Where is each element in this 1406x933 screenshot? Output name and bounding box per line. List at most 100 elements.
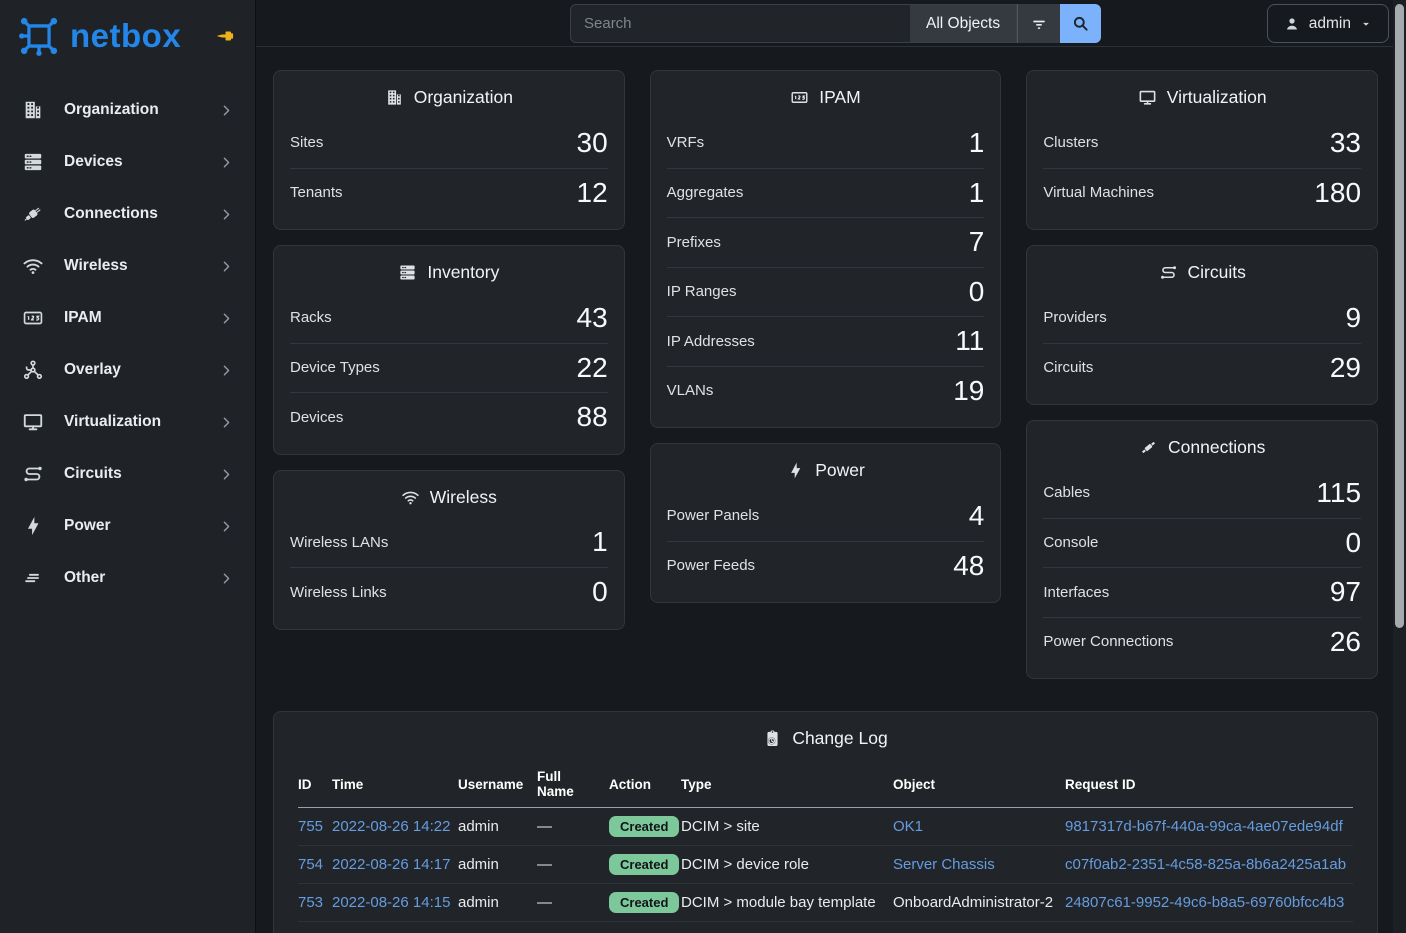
request-id-link[interactable]: c07f0ab2-2351-4c58-825a-8b6a2425a1ab	[1065, 856, 1346, 873]
cards-col2: IPAMVRFs1Aggregates1Prefixes7IP Ranges0I…	[650, 70, 1002, 679]
changelog-header-row: IDTimeUsernameFull NameActionTypeObjectR…	[298, 763, 1353, 808]
stat-label: Cables	[1043, 484, 1090, 501]
stat-value[interactable]: 1	[969, 127, 985, 159]
change-time-link[interactable]: 2022-08-26 14:17	[332, 856, 450, 873]
stat-label: Power Connections	[1043, 633, 1173, 650]
stat-label: Prefixes	[667, 234, 721, 251]
sidebar-item-label: Circuits	[64, 465, 122, 483]
scrollbar-thumb[interactable]	[1395, 4, 1404, 628]
sidebar-item-virtualization[interactable]: Virtualization	[0, 396, 255, 448]
stat-value[interactable]: 11	[955, 325, 984, 357]
sidebar-nav: Organization Devices Connections WirelessIP…	[0, 84, 255, 604]
cell-type: DCIM > module bay template	[681, 884, 893, 922]
stat-row-cables: Cables 115	[1043, 468, 1361, 518]
search-filter-button[interactable]	[1017, 4, 1060, 43]
vertical-scrollbar[interactable]	[1393, 0, 1406, 933]
user-menu-button[interactable]: admin	[1267, 4, 1389, 43]
logo-row: netbox	[0, 0, 255, 62]
changelog-card: Change Log IDTimeUsernameFull NameAction…	[273, 711, 1378, 933]
sidebar-item-label: Overlay	[64, 361, 121, 379]
changelog-title: Change Log	[792, 728, 887, 749]
stat-value[interactable]: 22	[577, 352, 608, 384]
server-icon	[22, 151, 44, 173]
cell-object: OK1	[893, 808, 1065, 846]
change-time-link[interactable]: 2022-08-26 14:15	[332, 894, 450, 911]
request-id-link[interactable]: 9817317d-b67f-440a-99ca-4ae07ede94df	[1065, 818, 1343, 835]
pin-sidebar-icon[interactable]	[213, 24, 237, 48]
counter-icon	[790, 88, 809, 107]
plug-icon	[22, 203, 44, 225]
change-id-link[interactable]: 754	[298, 856, 323, 873]
search-submit-button[interactable]	[1060, 4, 1101, 43]
changelog-table-body: 7552022-08-26 14:22admin—CreatedDCIM > s…	[298, 808, 1353, 922]
card-header: Inventory	[274, 262, 624, 283]
sidebar-item-wireless[interactable]: Wireless	[0, 240, 255, 292]
stat-row-ip-addresses: IP Addresses11	[667, 316, 985, 366]
wifi-icon	[401, 488, 420, 507]
stat-value[interactable]: 19	[953, 375, 984, 407]
stat-row-tenants: Tenants12	[290, 168, 608, 218]
stat-row-sites: Sites30	[290, 118, 608, 168]
stat-value[interactable]: 9	[1345, 302, 1361, 334]
cell-request-id: 9817317d-b67f-440a-99ca-4ae07ede94df	[1065, 808, 1353, 846]
sidebar-item-other[interactable]: Other	[0, 552, 255, 604]
sidebar-item-circuits[interactable]: Circuits	[0, 448, 255, 500]
filter-icon	[1029, 14, 1049, 34]
stat-value[interactable]: 0	[1345, 527, 1361, 559]
stat-row-power-feeds: Power Feeds48	[667, 541, 985, 591]
change-time-link[interactable]: 2022-08-26 14:22	[332, 818, 450, 835]
chevron-right-icon	[218, 414, 235, 431]
stat-label: Aggregates	[667, 184, 744, 201]
stat-value[interactable]: 4	[969, 500, 985, 532]
card-header: Power	[651, 460, 1001, 481]
column-header-id: ID	[298, 763, 332, 808]
object-link[interactable]: Server Chassis	[893, 856, 995, 873]
sidebar-item-power[interactable]: Power	[0, 500, 255, 552]
stat-value[interactable]: 26	[1330, 626, 1361, 658]
sidebar-item-ipam[interactable]: IPAM	[0, 292, 255, 344]
sidebar-item-label: Other	[64, 569, 105, 587]
change-id-link[interactable]: 755	[298, 818, 323, 835]
stat-label: Wireless LANs	[290, 534, 388, 551]
netbox-logo-icon[interactable]	[16, 13, 62, 59]
stat-value[interactable]: 48	[953, 550, 984, 582]
column-header-type: Type	[681, 763, 893, 808]
sidebar-item-organization[interactable]: Organization	[0, 84, 255, 136]
change-id-link[interactable]: 753	[298, 894, 323, 911]
chevron-right-icon	[218, 570, 235, 587]
object-link[interactable]: OK1	[893, 818, 923, 835]
sidebar-item-label: Connections	[64, 205, 158, 223]
sidebar-item-overlay[interactable]: Overlay	[0, 344, 255, 396]
cards-col1: OrganizationSites30Tenants12InventoryRac…	[273, 70, 625, 679]
stat-value[interactable]: 1	[592, 526, 608, 558]
sidebar-item-label: Organization	[64, 101, 159, 119]
stat-value[interactable]: 33	[1330, 127, 1361, 159]
stat-value[interactable]: 43	[577, 302, 608, 334]
building-icon	[385, 88, 404, 107]
cell-username: admin	[458, 846, 537, 884]
stat-value[interactable]: 29	[1330, 352, 1361, 384]
brand-wordmark[interactable]: netbox	[70, 17, 181, 55]
stat-value[interactable]: 1	[969, 177, 985, 209]
stat-value[interactable]: 0	[969, 276, 985, 308]
request-id-link[interactable]: 24807c61-9952-49c6-b8a5-69760bfcc4b3	[1065, 894, 1344, 911]
stat-label: Clusters	[1043, 134, 1098, 151]
cell-object: OnboardAdministrator-2	[893, 884, 1065, 922]
cards-col3: VirtualizationClusters33Virtual Machines…	[1026, 70, 1378, 679]
stat-row-ip-ranges: IP Ranges0	[667, 267, 985, 317]
stat-value[interactable]: 12	[577, 177, 608, 209]
card-organization: OrganizationSites30Tenants12	[273, 70, 625, 230]
stat-row-vrfs: VRFs1	[667, 118, 985, 168]
sidebar-item-devices[interactable]: Devices	[0, 136, 255, 188]
chevron-right-icon	[218, 154, 235, 171]
sidebar-item-connections[interactable]: Connections	[0, 188, 255, 240]
stat-value[interactable]: 115	[1316, 477, 1361, 509]
stat-value[interactable]: 97	[1330, 576, 1361, 608]
search-input[interactable]	[570, 4, 910, 43]
stat-value[interactable]: 7	[969, 226, 985, 258]
stat-value[interactable]: 180	[1314, 177, 1361, 209]
stat-value[interactable]: 0	[592, 576, 608, 608]
search-scope-dropdown[interactable]: All Objects	[910, 4, 1017, 43]
stat-value[interactable]: 30	[577, 127, 608, 159]
stat-value[interactable]: 88	[577, 401, 608, 433]
